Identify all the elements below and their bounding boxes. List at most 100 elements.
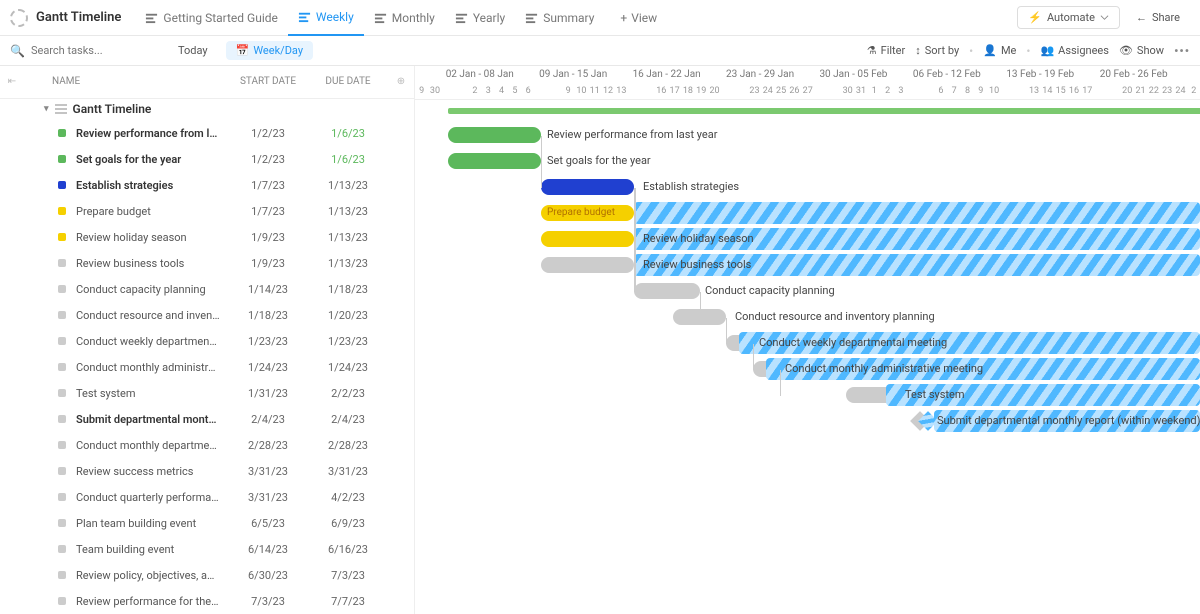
task-start-date[interactable]: 2/4/23 <box>228 413 308 426</box>
task-start-date[interactable]: 1/9/23 <box>228 231 308 244</box>
more-menu[interactable]: ••• <box>1174 44 1190 58</box>
sortby-button[interactable]: ↕Sort by <box>915 44 959 57</box>
gantt-bar[interactable] <box>541 257 634 273</box>
task-row[interactable]: Conduct resource and inventory pl...1/18… <box>0 302 414 328</box>
task-row[interactable]: Review performance for the last 6 ...7/3… <box>0 588 414 614</box>
task-row[interactable]: Conduct weekly departmental me...1/23/23… <box>0 328 414 354</box>
collapse-icon[interactable]: ⇤ <box>0 76 24 87</box>
task-name[interactable]: Review policy, objectives, and busi... <box>76 569 228 582</box>
task-due-date[interactable]: 6/9/23 <box>308 517 388 530</box>
task-row[interactable]: Conduct capacity planning1/14/231/18/23 <box>0 276 414 302</box>
task-name[interactable]: Review success metrics <box>76 465 228 478</box>
today-button[interactable]: Today <box>170 41 216 60</box>
task-due-date[interactable]: 1/6/23 <box>308 153 388 166</box>
col-start-header[interactable]: Start Date <box>228 76 308 87</box>
task-name[interactable]: Submit departmental monthly re... <box>76 413 228 426</box>
gantt-bar[interactable] <box>634 283 700 299</box>
task-due-date[interactable]: 3/31/23 <box>308 465 388 478</box>
tab-monthly[interactable]: Monthly <box>364 0 445 36</box>
task-name[interactable]: Review performance for the last 6 ... <box>76 595 228 608</box>
gantt-bar[interactable] <box>541 231 634 247</box>
task-start-date[interactable]: 1/2/23 <box>228 153 308 166</box>
add-view-button[interactable]: + View <box>610 0 667 36</box>
task-due-date[interactable]: 7/3/23 <box>308 569 388 582</box>
task-row[interactable]: Set goals for the year1/2/231/6/23 <box>0 146 414 172</box>
show-button[interactable]: 👁Show <box>1119 44 1164 57</box>
task-name[interactable]: Conduct monthly departmental m... <box>76 439 228 452</box>
task-row[interactable]: Team building event6/14/236/16/23 <box>0 536 414 562</box>
task-row[interactable]: Submit departmental monthly re...2/4/232… <box>0 406 414 432</box>
task-due-date[interactable]: 1/13/23 <box>308 231 388 244</box>
automate-button[interactable]: ⚡ Automate <box>1017 6 1120 29</box>
task-row[interactable]: Review performance from last year1/2/231… <box>0 120 414 146</box>
task-row[interactable]: Test system1/31/232/2/23 <box>0 380 414 406</box>
task-name[interactable]: Conduct capacity planning <box>76 283 228 296</box>
assignees-button[interactable]: 👥Assignees <box>1040 44 1109 57</box>
me-button[interactable]: 👤Me <box>983 44 1016 57</box>
task-name[interactable]: Establish strategies <box>76 179 228 192</box>
task-name[interactable]: Test system <box>76 387 228 400</box>
task-start-date[interactable]: 1/14/23 <box>228 283 308 296</box>
add-column-button[interactable]: ⊕ <box>388 76 414 87</box>
task-start-date[interactable]: 2/28/23 <box>228 439 308 452</box>
weekday-toggle[interactable]: 📅 Week/Day <box>226 41 313 60</box>
search-box[interactable]: 🔍 <box>10 44 160 58</box>
task-start-date[interactable]: 1/7/23 <box>228 179 308 192</box>
task-due-date[interactable]: 6/16/23 <box>308 543 388 556</box>
task-start-date[interactable]: 3/31/23 <box>228 491 308 504</box>
task-name[interactable]: Conduct resource and inventory pl... <box>76 309 228 322</box>
col-name-header[interactable]: NAME <box>24 76 228 87</box>
task-due-date[interactable]: 1/13/23 <box>308 257 388 270</box>
task-due-date[interactable]: 1/18/23 <box>308 283 388 296</box>
task-row[interactable]: Plan team building event6/5/236/9/23 <box>0 510 414 536</box>
task-name[interactable]: Review performance from last year <box>76 127 228 140</box>
task-row[interactable]: Conduct monthly administrative m...1/24/… <box>0 354 414 380</box>
task-row[interactable]: Review business tools1/9/231/13/23 <box>0 250 414 276</box>
task-start-date[interactable]: 1/24/23 <box>228 361 308 374</box>
task-due-date[interactable]: 7/7/23 <box>308 595 388 608</box>
task-start-date[interactable]: 1/7/23 <box>228 205 308 218</box>
task-name[interactable]: Plan team building event <box>76 517 228 530</box>
task-due-date[interactable]: 1/13/23 <box>308 179 388 192</box>
task-start-date[interactable]: 6/5/23 <box>228 517 308 530</box>
gantt-bar[interactable] <box>448 127 541 143</box>
task-due-date[interactable]: 1/6/23 <box>308 127 388 140</box>
group-caret-icon[interactable]: ▾ <box>44 104 49 114</box>
gantt-bar[interactable]: Prepare budget <box>541 205 634 221</box>
col-due-header[interactable]: Due Date <box>308 76 388 87</box>
tab-summary[interactable]: Summary <box>515 0 604 36</box>
gantt-bar[interactable] <box>541 179 634 195</box>
task-due-date[interactable]: 2/28/23 <box>308 439 388 452</box>
task-due-date[interactable]: 1/20/23 <box>308 309 388 322</box>
task-start-date[interactable]: 7/3/23 <box>228 595 308 608</box>
timeline-panel[interactable]: 02 Jan - 08 Jan09 Jan - 15 Jan16 Jan - 2… <box>415 66 1200 614</box>
task-due-date[interactable]: 1/13/23 <box>308 205 388 218</box>
task-due-date[interactable]: 1/24/23 <box>308 361 388 374</box>
tab-getting-started-guide[interactable]: Getting Started Guide <box>135 0 287 36</box>
task-due-date[interactable]: 2/2/23 <box>308 387 388 400</box>
task-start-date[interactable]: 1/18/23 <box>228 309 308 322</box>
group-row[interactable]: ▾ Gantt Timeline <box>0 99 414 120</box>
filter-button[interactable]: ⚗Filter <box>867 44 905 57</box>
task-due-date[interactable]: 2/4/23 <box>308 413 388 426</box>
task-start-date[interactable]: 3/31/23 <box>228 465 308 478</box>
task-row[interactable]: Conduct monthly departmental m...2/28/23… <box>0 432 414 458</box>
gantt-bar[interactable] <box>448 153 541 169</box>
task-name[interactable]: Team building event <box>76 543 228 556</box>
task-start-date[interactable]: 1/9/23 <box>228 257 308 270</box>
search-input[interactable] <box>31 44 171 57</box>
task-row[interactable]: Prepare budget1/7/231/13/23 <box>0 198 414 224</box>
task-name[interactable]: Conduct weekly departmental me... <box>76 335 228 348</box>
task-row[interactable]: Conduct quarterly performance m...3/31/2… <box>0 484 414 510</box>
task-name[interactable]: Conduct monthly administrative m... <box>76 361 228 374</box>
task-row[interactable]: Review success metrics3/31/233/31/23 <box>0 458 414 484</box>
task-start-date[interactable]: 1/23/23 <box>228 335 308 348</box>
task-start-date[interactable]: 1/31/23 <box>228 387 308 400</box>
task-name[interactable]: Review business tools <box>76 257 228 270</box>
task-due-date[interactable]: 4/2/23 <box>308 491 388 504</box>
task-start-date[interactable]: 1/2/23 <box>228 127 308 140</box>
task-name[interactable]: Prepare budget <box>76 205 228 218</box>
task-due-date[interactable]: 1/23/23 <box>308 335 388 348</box>
task-name[interactable]: Set goals for the year <box>76 153 228 166</box>
task-row[interactable]: Review holiday season1/9/231/13/23 <box>0 224 414 250</box>
